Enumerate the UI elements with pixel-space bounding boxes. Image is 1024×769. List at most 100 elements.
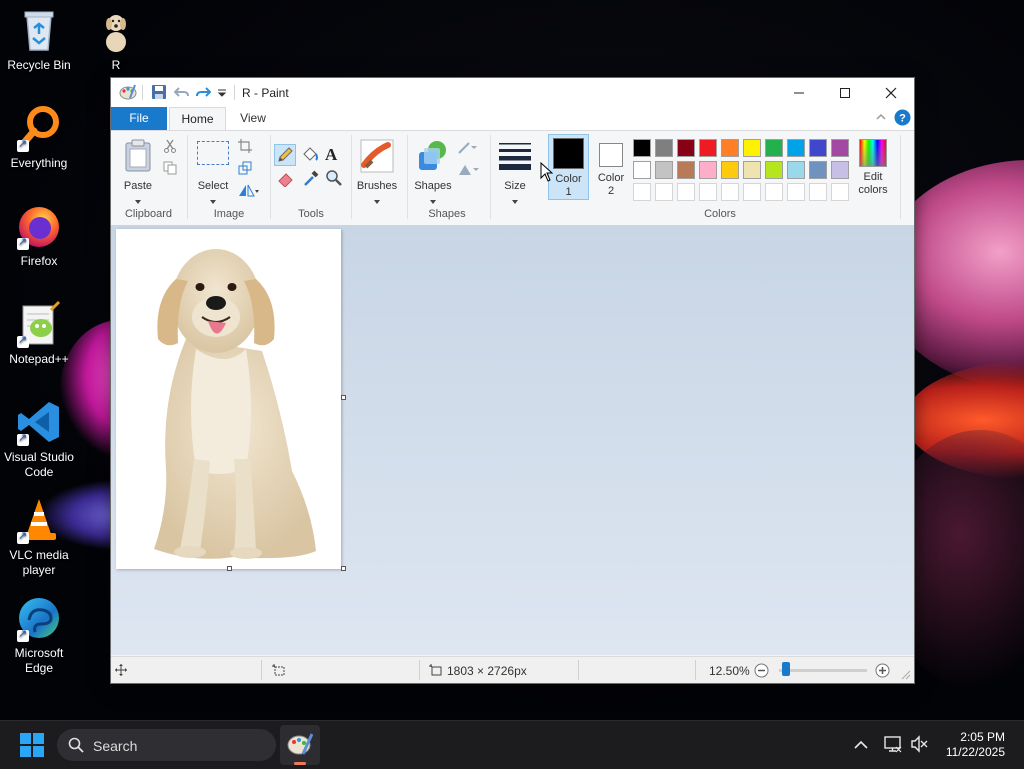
palette-swatch[interactable] <box>743 161 761 179</box>
palette-swatch[interactable] <box>721 161 739 179</box>
taskbar-app-paint[interactable] <box>280 725 320 765</box>
redo-icon[interactable] <box>195 84 212 100</box>
system-clock[interactable]: 2:05 PM 11/22/2025 <box>946 730 1005 760</box>
zoom-out-button[interactable] <box>754 663 769 681</box>
palette-swatch[interactable] <box>831 161 849 179</box>
palette-custom-slot[interactable] <box>655 183 673 201</box>
tab-home[interactable]: Home <box>169 107 226 132</box>
palette-custom-slot[interactable] <box>831 183 849 201</box>
undo-icon[interactable] <box>173 84 190 100</box>
taskbar-search-box[interactable]: Search <box>57 729 276 761</box>
palette-swatch[interactable] <box>743 139 761 157</box>
desktop-icon-vscode[interactable]: Visual Studio Code <box>1 398 77 480</box>
palette-swatch[interactable] <box>787 161 805 179</box>
paste-button[interactable]: Paste <box>119 137 157 204</box>
golden-retriever-image <box>154 249 316 559</box>
color1-button[interactable]: Color 1 <box>548 134 589 200</box>
crop-icon[interactable] <box>238 139 252 156</box>
desktop-icon-edge[interactable]: Microsoft Edge <box>1 594 77 676</box>
group-separator <box>187 135 188 219</box>
ribbon-tab-bar: File Home View ? <box>111 107 914 132</box>
palette-swatch[interactable] <box>787 139 805 157</box>
resize-icon[interactable] <box>238 161 252 178</box>
size-label: Size <box>504 180 526 192</box>
zoom-in-icon <box>875 663 890 678</box>
maximize-button[interactable] <box>822 78 868 107</box>
zoom-in-button[interactable] <box>875 663 890 681</box>
show-hidden-icons-chevron-icon[interactable] <box>854 739 868 753</box>
minimize-button[interactable] <box>776 78 822 107</box>
palette-custom-slot[interactable] <box>809 183 827 201</box>
palette-custom-slot[interactable] <box>699 183 717 201</box>
canvas-area[interactable] <box>111 225 914 655</box>
brushes-button[interactable]: Brushes <box>355 137 399 204</box>
close-button[interactable] <box>868 78 914 107</box>
resize-grip-icon[interactable] <box>901 669 911 683</box>
size-button[interactable]: Size <box>495 137 535 204</box>
canvas-image[interactable] <box>116 229 341 569</box>
volume-muted-icon[interactable] <box>910 735 928 756</box>
palette-swatch[interactable] <box>809 161 827 179</box>
line-size-icon <box>499 143 531 170</box>
shapes-button[interactable]: Shapes <box>411 137 455 204</box>
desktop-icon-r-image[interactable]: R <box>78 6 154 73</box>
rotate-icon[interactable] <box>238 183 260 200</box>
palette-swatch[interactable] <box>809 139 827 157</box>
palette-swatch[interactable] <box>831 139 849 157</box>
resize-handle-bottom[interactable] <box>227 566 232 571</box>
tab-file[interactable]: File <box>111 107 167 130</box>
palette-swatch[interactable] <box>699 161 717 179</box>
pencil-tool-button[interactable] <box>274 144 296 166</box>
shape-outline-icon[interactable] <box>457 141 481 158</box>
palette-swatch[interactable] <box>633 139 651 157</box>
copy-icon[interactable] <box>163 161 177 178</box>
palette-swatch[interactable] <box>699 139 717 157</box>
palette-swatch[interactable] <box>633 161 651 179</box>
palette-custom-slot[interactable] <box>787 183 805 201</box>
palette-swatch[interactable] <box>765 139 783 157</box>
palette-swatch[interactable] <box>765 161 783 179</box>
palette-swatch[interactable] <box>677 139 695 157</box>
fill-bucket-icon[interactable] <box>300 146 318 167</box>
shape-fill-icon[interactable] <box>457 163 481 180</box>
eraser-icon[interactable] <box>277 169 295 190</box>
paint-app-icon <box>287 733 313 755</box>
resize-handle-corner[interactable] <box>341 566 346 571</box>
color-picker-icon[interactable] <box>302 169 320 190</box>
desktop-icon-firefox[interactable]: Firefox <box>1 202 77 269</box>
start-button[interactable] <box>20 733 44 760</box>
shortcut-arrow-icon <box>17 529 29 544</box>
network-icon[interactable] <box>884 735 902 756</box>
palette-swatch[interactable] <box>655 139 673 157</box>
help-icon[interactable]: ? <box>894 109 911 129</box>
tab-view[interactable]: View <box>228 107 278 130</box>
color2-button[interactable]: Color 2 <box>592 134 630 200</box>
minimize-ribbon-chevron-icon[interactable] <box>875 111 887 126</box>
group-label-clipboard: Clipboard <box>124 208 173 220</box>
paint-window: R - Paint File Home View ? Paste Clipboa… <box>110 77 915 684</box>
edit-colors-button[interactable]: Edit colors <box>853 137 893 199</box>
search-placeholder: Search <box>93 738 138 754</box>
palette-custom-slot[interactable] <box>721 183 739 201</box>
select-button[interactable]: Select <box>193 137 233 204</box>
magnifier-icon[interactable] <box>325 169 343 190</box>
resize-handle-right[interactable] <box>341 395 346 400</box>
palette-swatch[interactable] <box>721 139 739 157</box>
desktop-icon-vlc[interactable]: VLC media player <box>1 496 77 578</box>
customize-qat-chevron-icon[interactable] <box>217 84 227 100</box>
zoom-slider-track[interactable] <box>779 669 867 672</box>
text-tool-icon[interactable]: A <box>325 145 337 165</box>
cut-icon[interactable] <box>163 139 177 156</box>
palette-swatch[interactable] <box>677 161 695 179</box>
save-icon[interactable] <box>151 84 167 100</box>
desktop-icon-recycle-bin[interactable]: Recycle Bin <box>1 6 77 73</box>
palette-custom-slot[interactable] <box>765 183 783 201</box>
shortcut-arrow-icon <box>17 333 29 348</box>
desktop-icon-everything[interactable]: Everything <box>1 104 77 171</box>
palette-custom-slot[interactable] <box>633 183 651 201</box>
palette-swatch[interactable] <box>655 161 673 179</box>
zoom-slider-thumb[interactable] <box>782 662 790 676</box>
palette-custom-slot[interactable] <box>677 183 695 201</box>
palette-custom-slot[interactable] <box>743 183 761 201</box>
desktop-icon-notepad-plus-plus[interactable]: Notepad++ <box>1 300 77 367</box>
